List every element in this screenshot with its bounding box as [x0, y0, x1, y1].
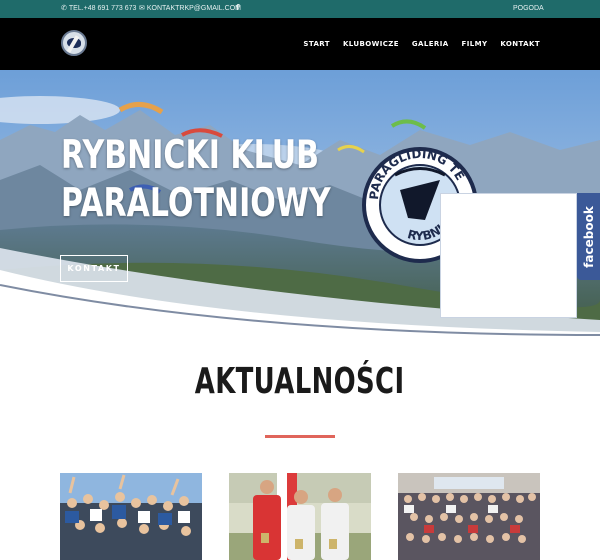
facebook-icon: f — [236, 3, 240, 12]
news-card-3-image — [398, 473, 540, 560]
envelope-icon: ✉ — [139, 5, 145, 12]
facebook-tab-label: facebook — [581, 205, 596, 268]
email-contact[interactable]: ✉ KONTAKTRKP@GMAIL.COM — [139, 5, 241, 12]
club-logo[interactable] — [61, 30, 87, 56]
nav-filmy[interactable]: FILMY — [462, 40, 488, 48]
news-section-title: AKTUALNOŚCI — [0, 361, 600, 402]
top-bar: ✆ TEL.+48 691 773 673 ✉ KONTAKTRKP@GMAIL… — [0, 0, 600, 18]
phone-icon: ✆ — [61, 5, 67, 12]
phone-number: TEL.+48 691 773 673 — [68, 5, 137, 12]
hero-title: RYBNICKI KLUB PARALOTNIOWY — [61, 132, 331, 228]
main-nav: START KLUBOWICZE GALERIA FILMY KONTAKT — [303, 40, 540, 48]
news-card-3[interactable] — [398, 473, 540, 560]
nav-galeria[interactable]: GALERIA — [412, 40, 449, 48]
news-card-1[interactable] — [60, 473, 202, 560]
nav-start[interactable]: START — [303, 40, 330, 48]
facebook-widget-tab[interactable]: facebook — [577, 193, 600, 280]
facebook-widget-panel[interactable] — [440, 193, 577, 318]
heading-divider — [265, 435, 335, 438]
news-card-2-image — [229, 473, 371, 560]
facebook-link[interactable]: f — [236, 3, 239, 12]
phone-contact[interactable]: ✆ TEL.+48 691 773 673 — [61, 5, 136, 12]
weather-link[interactable]: POGODA — [513, 5, 544, 12]
nav-kontakt[interactable]: KONTAKT — [500, 40, 540, 48]
weather-link-label: POGODA — [513, 5, 544, 12]
email-address: KONTAKTRKP@GMAIL.COM — [146, 5, 241, 12]
nav-klubowicze[interactable]: KLUBOWICZE — [343, 40, 399, 48]
news-heading: AKTUALNOŚCI — [195, 361, 405, 402]
hero-contact-button[interactable]: KONTAKT — [60, 255, 128, 282]
main-header: START KLUBOWICZE GALERIA FILMY KONTAKT — [0, 18, 600, 70]
news-card-1-image — [60, 473, 202, 560]
hero-title-line-1: RYBNICKI KLUB — [61, 133, 319, 178]
hero-title-line-2: PARALOTNIOWY — [61, 181, 331, 226]
news-card-2[interactable] — [229, 473, 371, 560]
